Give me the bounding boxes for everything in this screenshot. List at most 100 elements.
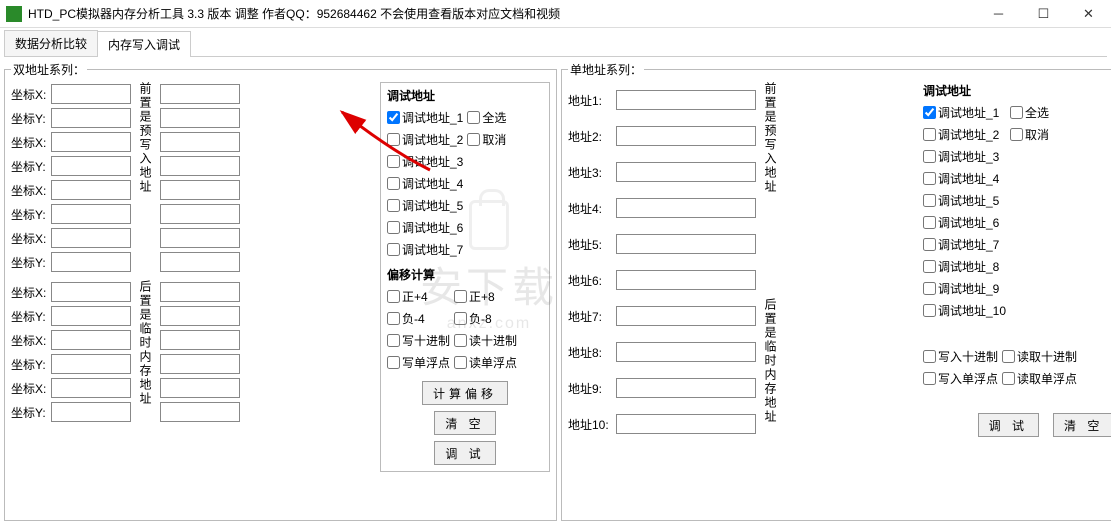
- addr-label: 地址1:: [568, 92, 616, 109]
- coord-input-right[interactable]: [160, 180, 240, 200]
- coord-label: 坐标Y:: [11, 254, 51, 271]
- addr-label: 地址8:: [568, 344, 616, 361]
- coord-input-right[interactable]: [160, 132, 240, 152]
- debug-button-single[interactable]: 调 试: [978, 413, 1039, 437]
- s-debug-1[interactable]: 调试地址_1: [923, 101, 1006, 123]
- coord-input-right[interactable]: [160, 354, 240, 374]
- coord-input[interactable]: [51, 84, 131, 104]
- s-write-float[interactable]: 写入单浮点: [923, 367, 998, 389]
- coord-input[interactable]: [51, 330, 131, 350]
- s-debug-3[interactable]: 调试地址_3: [923, 145, 1006, 167]
- coord-input-right[interactable]: [160, 330, 240, 350]
- addr-label: 地址9:: [568, 380, 616, 397]
- write-dec[interactable]: 写十进制: [387, 329, 450, 351]
- single-debug-title: 调试地址: [923, 82, 1111, 99]
- coord-input[interactable]: [51, 282, 131, 302]
- coord-input[interactable]: [51, 132, 131, 152]
- s-debug-8[interactable]: 调试地址_8: [923, 255, 1006, 277]
- s-debug-9[interactable]: 调试地址_9: [923, 277, 1006, 299]
- debug-check-3[interactable]: 调试地址_3: [387, 150, 463, 172]
- single-address-panel: 单地址系列： 地址1: 地址2: 地址3: 地址4: 地址5: 地址6: 前置是…: [561, 61, 1111, 521]
- s-debug-7[interactable]: 调试地址_7: [923, 233, 1006, 255]
- tab-bar: 数据分析比较 内存写入调试: [4, 30, 1107, 57]
- s-cancel[interactable]: 取消: [1010, 123, 1049, 145]
- addr-input[interactable]: [616, 198, 756, 218]
- addr-input[interactable]: [616, 342, 756, 362]
- offset-neg4[interactable]: 负-4: [387, 307, 450, 329]
- coord-label: 坐标Y:: [11, 404, 51, 421]
- coord-input[interactable]: [51, 228, 131, 248]
- debug-check-7[interactable]: 调试地址_7: [387, 238, 463, 260]
- coord-input[interactable]: [51, 108, 131, 128]
- coord-input-right[interactable]: [160, 378, 240, 398]
- s-debug-5[interactable]: 调试地址_5: [923, 189, 1006, 211]
- coord-input-right[interactable]: [160, 252, 240, 272]
- coord-input-right[interactable]: [160, 228, 240, 248]
- coord-input[interactable]: [51, 378, 131, 398]
- s-read-dec[interactable]: 读取十进制: [1002, 345, 1077, 367]
- addr-input[interactable]: [616, 378, 756, 398]
- write-float[interactable]: 写单浮点: [387, 351, 450, 373]
- addr-input[interactable]: [616, 90, 756, 110]
- offset-neg8[interactable]: 负-8: [454, 307, 517, 329]
- s-read-float[interactable]: 读取单浮点: [1002, 367, 1077, 389]
- read-float[interactable]: 读单浮点: [454, 351, 517, 373]
- coord-input[interactable]: [51, 354, 131, 374]
- s-write-dec[interactable]: 写入十进制: [923, 345, 998, 367]
- minimize-button[interactable]: ─: [976, 0, 1021, 28]
- close-button[interactable]: ✕: [1066, 0, 1111, 28]
- coord-label: 坐标Y:: [11, 206, 51, 223]
- debug-title: 调试地址: [387, 87, 543, 104]
- coord-input[interactable]: [51, 252, 131, 272]
- addr-input[interactable]: [616, 162, 756, 182]
- read-dec[interactable]: 读十进制: [454, 329, 517, 351]
- titlebar: HTD_PC模拟器内存分析工具 3.3 版本 调整 作者QQ：952684462…: [0, 0, 1111, 28]
- coord-input-right[interactable]: [160, 282, 240, 302]
- addr-input[interactable]: [616, 234, 756, 254]
- addr-input[interactable]: [616, 306, 756, 326]
- tab-memory-write-debug[interactable]: 内存写入调试: [97, 31, 191, 57]
- offset-pos4[interactable]: 正+4: [387, 285, 450, 307]
- s-debug-4[interactable]: 调试地址_4: [923, 167, 1006, 189]
- coord-input[interactable]: [51, 306, 131, 326]
- addr-label: 地址6:: [568, 272, 616, 289]
- select-all-check[interactable]: 全选: [467, 106, 506, 128]
- debug-check-2[interactable]: 调试地址_2: [387, 128, 463, 150]
- s-debug-2[interactable]: 调试地址_2: [923, 123, 1006, 145]
- coord-input[interactable]: [51, 180, 131, 200]
- calc-offset-button[interactable]: 计算偏移: [422, 381, 508, 405]
- coord-input[interactable]: [51, 156, 131, 176]
- debug-check-5[interactable]: 调试地址_5: [387, 194, 463, 216]
- debug-button-dual[interactable]: 调 试: [434, 441, 495, 465]
- addr-input[interactable]: [616, 270, 756, 290]
- clear-button-dual[interactable]: 清 空: [434, 411, 495, 435]
- coord-input-right[interactable]: [160, 108, 240, 128]
- coord-label: 坐标X:: [11, 230, 51, 247]
- maximize-button[interactable]: ☐: [1021, 0, 1066, 28]
- coord-label: 坐标X:: [11, 182, 51, 199]
- cancel-check[interactable]: 取消: [467, 128, 506, 150]
- debug-check-1[interactable]: 调试地址_1: [387, 106, 463, 128]
- coord-input[interactable]: [51, 402, 131, 422]
- window-title: HTD_PC模拟器内存分析工具 3.3 版本 调整 作者QQ：952684462…: [28, 5, 976, 22]
- coord-label: 坐标X:: [11, 86, 51, 103]
- tab-data-compare[interactable]: 数据分析比较: [4, 30, 98, 56]
- s-select-all[interactable]: 全选: [1010, 101, 1049, 123]
- coord-input-right[interactable]: [160, 306, 240, 326]
- coord-input-right[interactable]: [160, 204, 240, 224]
- addr-input[interactable]: [616, 414, 756, 434]
- clear-button-single[interactable]: 清 空: [1053, 413, 1111, 437]
- addr-input[interactable]: [616, 126, 756, 146]
- offset-pos8[interactable]: 正+8: [454, 285, 517, 307]
- addr-label: 地址10:: [568, 416, 616, 433]
- coord-input-right[interactable]: [160, 402, 240, 422]
- coord-label: 坐标Y:: [11, 308, 51, 325]
- debug-check-6[interactable]: 调试地址_6: [387, 216, 463, 238]
- coord-input-right[interactable]: [160, 84, 240, 104]
- s-debug-6[interactable]: 调试地址_6: [923, 211, 1006, 233]
- debug-check-4[interactable]: 调试地址_4: [387, 172, 463, 194]
- coord-input-right[interactable]: [160, 156, 240, 176]
- coord-input[interactable]: [51, 204, 131, 224]
- s-debug-10[interactable]: 调试地址_10: [923, 299, 1006, 321]
- app-icon: [6, 6, 22, 22]
